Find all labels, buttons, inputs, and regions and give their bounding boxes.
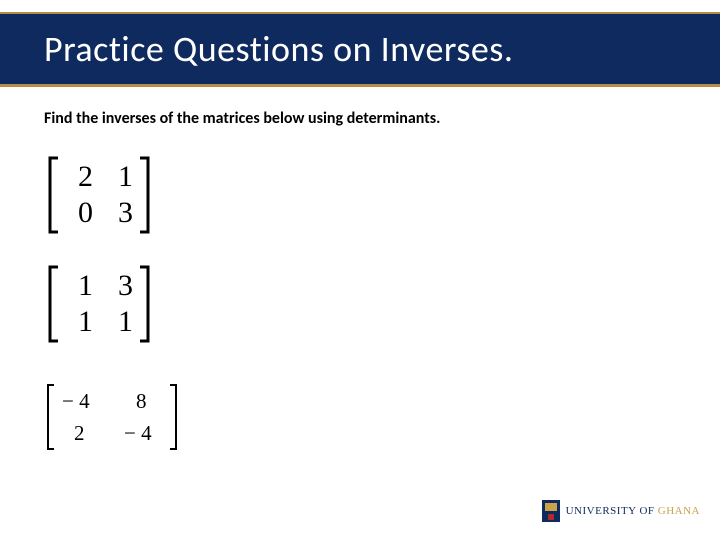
m2-r1c1: 1 [118,305,133,338]
m2-r1c0: 1 [78,305,93,338]
org-prefix: UNIVERSITY OF [566,505,658,517]
m2-r0c1: 3 [118,269,133,302]
top-gap [0,0,720,12]
m3-r1c1: − 4 [124,421,152,445]
content-area: Find the inverses of the matrices below … [0,87,720,471]
crest-icon [542,500,560,522]
matrix-2: 1 3 1 1 [44,263,164,345]
m3-r1c0: 2 [74,421,85,445]
org-name: UNIVERSITY OF GHANA [566,505,700,517]
slide: Practice Questions on Inverses. Find the… [0,0,720,540]
m1-r0c0: 2 [78,160,93,193]
m3-r0c0: − 4 [62,389,90,413]
matrix-1: 2 1 0 3 [44,154,164,236]
slide-title: Practice Questions on Inverses. [44,27,513,71]
matrix-3: − 4 8 2 − 4 [44,382,194,452]
org-suffix: GHANA [658,505,700,517]
m2-r0c0: 1 [78,269,93,302]
m3-r0c1: 8 [136,389,147,413]
instruction-text: Find the inverses of the matrices below … [44,109,676,128]
m1-r0c1: 1 [118,160,133,193]
title-band: Practice Questions on Inverses. [0,12,720,84]
footer-logo: UNIVERSITY OF GHANA [542,500,700,522]
m1-r1c1: 3 [118,196,133,229]
m1-r1c0: 0 [78,196,93,229]
